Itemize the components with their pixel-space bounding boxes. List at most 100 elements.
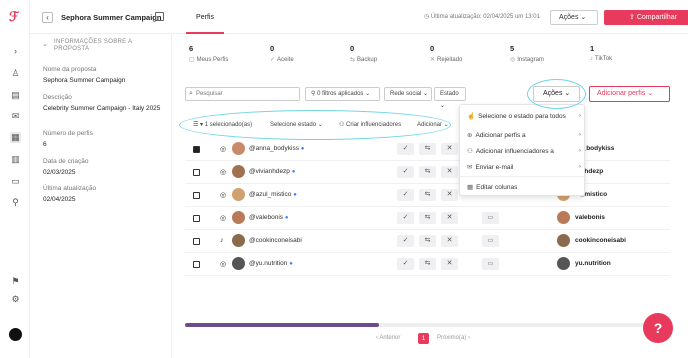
backup-button[interactable]: ⇆: [419, 212, 436, 224]
backup-button[interactable]: ⇆: [419, 189, 436, 201]
reject-button[interactable]: ✕: [441, 166, 458, 178]
add-profiles-button[interactable]: Adicionar perfis ⌄: [589, 86, 670, 102]
accept-button[interactable]: ✓: [397, 189, 414, 201]
reject-button[interactable]: ✕: [441, 143, 458, 155]
accept-button[interactable]: ✓: [397, 143, 414, 155]
stat-number: 0: [350, 44, 355, 53]
table-row[interactable]: ◎ @valebonis ● ✓ ⇆ ✕ ▭ valebonis: [185, 207, 670, 230]
search-input[interactable]: ⌕ Pesquisar: [185, 87, 300, 101]
social-network-select[interactable]: Rede social ⌄: [384, 87, 432, 101]
accept-button[interactable]: ✓: [397, 258, 414, 270]
add-profiles-label: Adicionar perfis: [597, 90, 646, 97]
backup-button[interactable]: ⇆: [419, 143, 436, 155]
help-chat-button[interactable]: ?: [643, 313, 673, 343]
table-row[interactable]: ♪ @cookinconeisabi ✓ ⇆ ✕ ▭ cookinconeisa…: [185, 230, 670, 253]
chart-icon[interactable]: ▥: [10, 154, 21, 165]
flow-icon[interactable]: ⚲: [10, 197, 21, 208]
back-button[interactable]: ‹: [42, 12, 53, 23]
horizontal-scrollbar[interactable]: [185, 323, 670, 327]
avatar: [232, 257, 245, 270]
chevron-down-icon[interactable]: ⌄: [42, 40, 48, 48]
profile-handle[interactable]: @valebonis ●: [249, 214, 289, 221]
prev-page-button[interactable]: ‹ Anterior: [376, 335, 400, 341]
header-actions-button[interactable]: Ações ⌄: [550, 10, 598, 25]
add-dropdown[interactable]: Adicionar ⌄: [417, 121, 449, 128]
brand-logo[interactable]: ℱ: [9, 10, 23, 24]
profile-handle[interactable]: @vivianhdezp ●: [249, 168, 295, 175]
chevron-right-icon: ›: [578, 147, 581, 154]
settings-icon[interactable]: ⚙: [10, 294, 21, 305]
x-icon: ✕: [430, 57, 436, 63]
stat-rejected[interactable]: 0 ✕ Rejeitado: [430, 44, 462, 63]
row-checkbox[interactable]: [193, 146, 200, 153]
expand-icon[interactable]: ›: [10, 46, 21, 57]
reject-button[interactable]: ✕: [441, 189, 458, 201]
tab-perfis[interactable]: Perfis: [186, 9, 224, 34]
profile-handle[interactable]: @cookinconeisabi: [249, 237, 302, 244]
menu-item-add-influencers[interactable]: ⚇ Adicionar influenciadores a ›: [467, 147, 581, 155]
account-avatar[interactable]: [9, 328, 22, 341]
state-select[interactable]: Estado ⌄: [434, 87, 466, 109]
scrollbar-thumb[interactable]: [185, 323, 379, 327]
profile-handle[interactable]: @yu.nutrition ●: [249, 260, 293, 267]
actions-button[interactable]: Ações ⌄: [533, 86, 580, 102]
row-checkbox[interactable]: [193, 169, 200, 176]
profile-handle[interactable]: @anna_bodykiss ●: [249, 145, 304, 152]
pin-icon[interactable]: ⚑: [10, 276, 21, 287]
row-checkbox[interactable]: [193, 238, 200, 245]
menu-item-send-email[interactable]: ✉ Enviar e-mail ›: [467, 163, 581, 171]
mail-icon[interactable]: ✉: [10, 111, 21, 122]
stats-bar: 6 ▢ Meus Perfis 0 ✓ Aceite 0 ⇆ Backup 0 ✕ Re…: [185, 44, 670, 74]
document-icon[interactable]: [155, 12, 164, 21]
stat-tiktok[interactable]: 1 ♪ TikTok: [590, 44, 612, 62]
instagram-icon: ◎: [220, 261, 227, 268]
avatar: [232, 142, 245, 155]
stat-instagram[interactable]: 5 ◎ Instagram: [510, 44, 544, 63]
reject-button[interactable]: ✕: [441, 235, 458, 247]
table-row[interactable]: ◎ @anna_bodykiss ● ✓ ⇆ ✕ ne_bodykiss: [185, 138, 670, 161]
message-icon[interactable]: ▭: [482, 212, 499, 224]
menu-item-edit-columns[interactable]: ▦ Editar colunas: [467, 183, 581, 191]
message-icon[interactable]: ▭: [482, 235, 499, 247]
bulk-select-toggle[interactable]: ☰ ▾ 1 selecionado(as): [193, 121, 252, 128]
row-checkbox[interactable]: [193, 215, 200, 222]
menu-item-add-profiles[interactable]: ⊕ Adicionar perfis a ›: [467, 131, 581, 139]
table-row[interactable]: ◎ @azul_mistico ● ✓ ⇆ ✕ ul_mistico: [185, 184, 670, 207]
profiles-icon: ▢: [189, 57, 195, 63]
share-button[interactable]: ⇪ Compartilhar: [604, 10, 688, 25]
accept-button[interactable]: ✓: [397, 235, 414, 247]
filters-button[interactable]: ⚲ 0 filtros aplicados ⌄: [305, 87, 380, 101]
table-row[interactable]: ◎ @yu.nutrition ● ✓ ⇆ ✕ ▭ yu.nutrition: [185, 253, 670, 276]
reject-button[interactable]: ✕: [441, 212, 458, 224]
chevron-down-icon: ⌄: [645, 90, 654, 97]
stat-my-profiles[interactable]: 6 ▢ Meus Perfis: [189, 44, 228, 63]
backup-button[interactable]: ⇆: [419, 166, 436, 178]
field-value: 02/04/2025: [43, 196, 76, 203]
backup-button[interactable]: ⇆: [419, 235, 436, 247]
select-state-dropdown[interactable]: Selecione estado ⌄: [270, 121, 323, 128]
contacts-icon[interactable]: ▤: [10, 90, 21, 101]
field-label: Número de perfis: [43, 130, 93, 137]
accept-button[interactable]: ✓: [397, 166, 414, 178]
user-icon[interactable]: ♙: [10, 68, 21, 79]
plus-icon: ⊕: [467, 132, 473, 139]
reject-button[interactable]: ✕: [441, 258, 458, 270]
menu-item-select-state-all[interactable]: ☝ Selecione o estado para todos ›: [467, 112, 581, 120]
last-update-value: Última atualização: 02/04/2025 um 13:01: [430, 14, 540, 20]
section-title[interactable]: INFORMAÇÕES SOBRE A PROPOSTA: [54, 39, 154, 53]
message-icon[interactable]: ▭: [482, 258, 499, 270]
wallet-icon[interactable]: ▭: [10, 176, 21, 187]
calendar-icon[interactable]: ▦: [10, 132, 21, 143]
stat-number: 5: [510, 44, 515, 53]
row-checkbox[interactable]: [193, 192, 200, 199]
stat-accepted[interactable]: 0 ✓ Aceite: [270, 44, 294, 63]
stat-backup[interactable]: 0 ⇆ Backup: [350, 44, 377, 63]
profile-handle[interactable]: @azul_mistico ●: [249, 191, 297, 198]
next-page-button[interactable]: Próximo(a) ›: [437, 335, 470, 341]
current-page[interactable]: 1: [418, 333, 429, 344]
row-checkbox[interactable]: [193, 261, 200, 268]
backup-button[interactable]: ⇆: [419, 258, 436, 270]
accept-button[interactable]: ✓: [397, 212, 414, 224]
table-row[interactable]: ◎ @vivianhdezp ● ✓ ⇆ ✕ ianhdezp: [185, 161, 670, 184]
create-influencers-button[interactable]: ⚇ Criar influenciadores: [339, 121, 401, 128]
